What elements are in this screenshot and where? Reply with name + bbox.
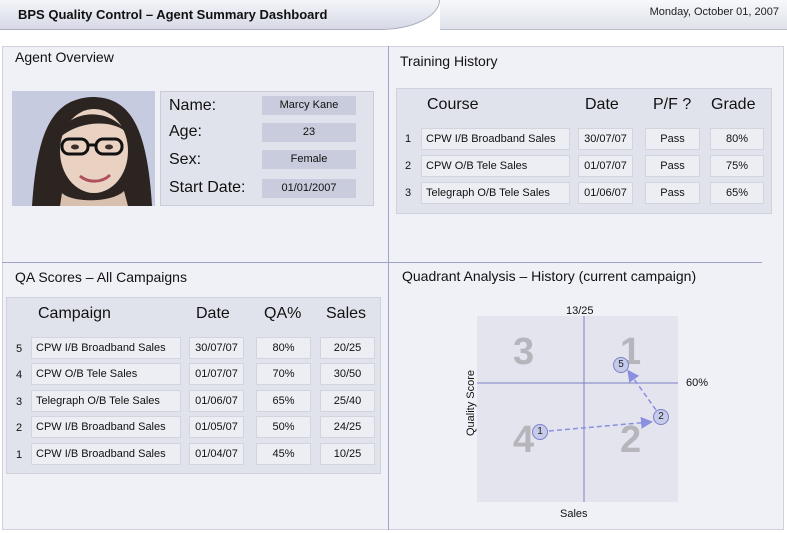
history-point-5: 5 — [613, 357, 629, 373]
quadrant-3-label: 3 — [513, 331, 535, 373]
quadrant-4-label: 4 — [513, 419, 535, 461]
history-point-2: 2 — [653, 409, 669, 425]
quadrant-2-label: 2 — [620, 419, 642, 461]
quadrant-lines — [477, 316, 678, 502]
y-axis-label: Quality Score — [465, 369, 477, 437]
sales-threshold-label: 13/25 — [566, 305, 594, 317]
x-axis-label: Sales — [560, 508, 588, 520]
quality-threshold-label: 60% — [686, 377, 709, 389]
history-point-1: 1 — [532, 424, 548, 440]
